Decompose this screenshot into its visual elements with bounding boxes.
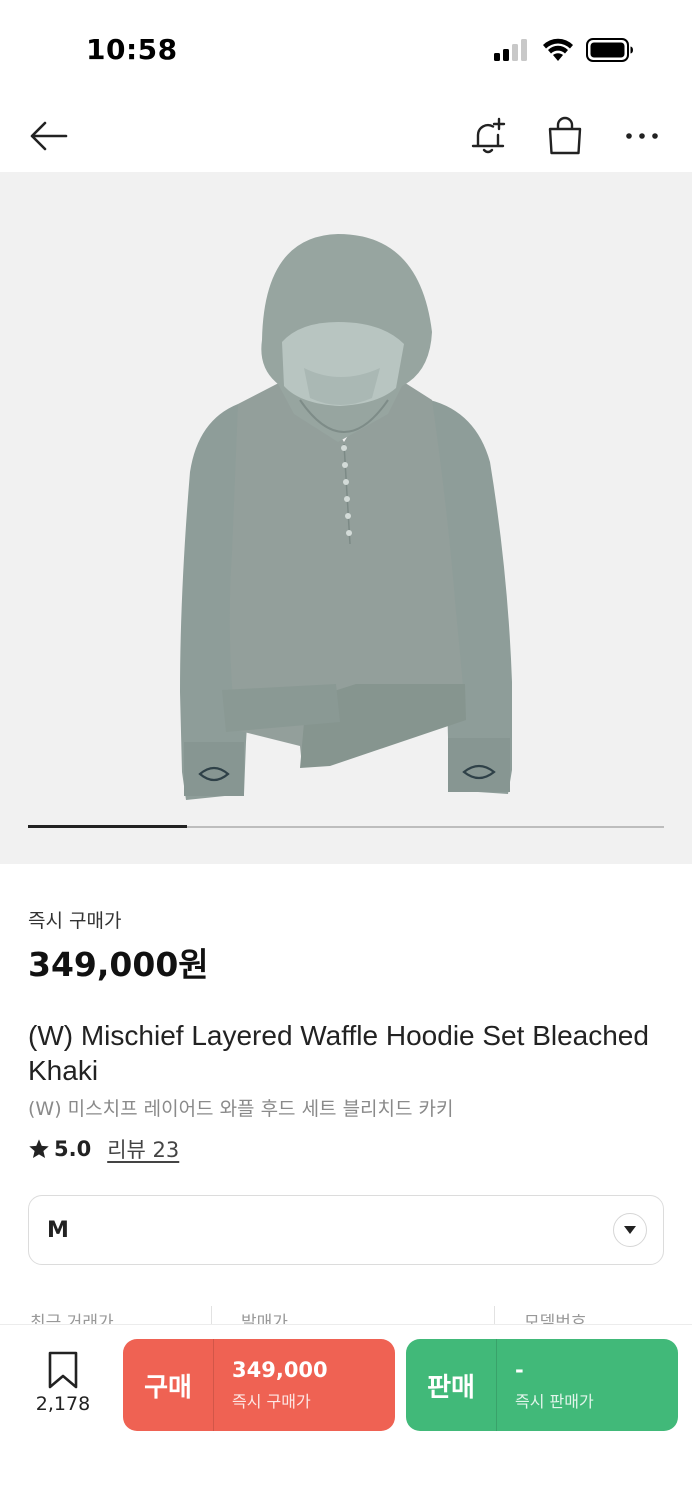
- buy-button[interactable]: 구매 349,000 즉시 구매가: [123, 1339, 395, 1431]
- buy-button-sublabel: 즉시 구매가: [232, 1392, 311, 1411]
- rating: 5.0 리뷰 23: [28, 1134, 179, 1164]
- cart-button[interactable]: [541, 112, 589, 160]
- status-icons: [494, 38, 634, 62]
- notification-button[interactable]: [464, 112, 512, 160]
- back-arrow-icon: [30, 121, 68, 151]
- status-bar: 10:58: [0, 0, 692, 100]
- instant-buy-price-label: 즉시 구매가: [28, 910, 122, 932]
- battery-icon: [586, 38, 633, 62]
- rating-score: 5.0: [54, 1137, 92, 1161]
- bookmark-icon: [48, 1351, 78, 1389]
- sell-button-label: 판매: [427, 1372, 475, 1403]
- product-title-ko: (W) 미스치프 레이어드 와플 후드 세트 블리치드 카키: [28, 1098, 454, 1120]
- signal-icon: [494, 39, 527, 61]
- image-slider-progress: [28, 825, 187, 828]
- review-link[interactable]: 리뷰 23: [107, 1134, 179, 1164]
- more-icon: [626, 133, 658, 139]
- size-select[interactable]: M: [28, 1195, 664, 1265]
- bell-plus-icon: [471, 117, 506, 154]
- bookmark-count: 2,178: [35, 1393, 91, 1415]
- sell-button-info: - 즉시 판매가: [497, 1358, 594, 1412]
- size-dropdown-button[interactable]: [613, 1213, 647, 1247]
- star-icon: [29, 1139, 49, 1158]
- shopping-bag-icon: [548, 116, 582, 155]
- image-slider-track: [28, 825, 664, 828]
- bookmark-button[interactable]: 2,178: [30, 1351, 96, 1415]
- product-title-en: (W) Mischief Layered Waffle Hoodie Set B…: [28, 1020, 649, 1086]
- chevron-down-icon: [624, 1226, 636, 1234]
- buy-button-label: 구매: [144, 1372, 192, 1403]
- bottom-action-bar: 2,178 구매 349,000 즉시 구매가 판매 - 즉시 판매가: [0, 1324, 692, 1500]
- selected-size: M: [47, 1217, 69, 1243]
- sell-button[interactable]: 판매 - 즉시 판매가: [406, 1339, 678, 1431]
- sell-button-sublabel: 즉시 판매가: [515, 1392, 594, 1411]
- product-image-carousel[interactable]: [0, 172, 692, 864]
- sell-button-price: -: [515, 1358, 524, 1382]
- buy-button-price: 349,000: [232, 1358, 328, 1382]
- instant-buy-price: 349,000원: [28, 945, 209, 984]
- product-image: [180, 234, 512, 800]
- more-button[interactable]: [618, 112, 666, 160]
- back-button[interactable]: [24, 112, 72, 160]
- status-time: 10:58: [86, 33, 178, 66]
- wifi-icon: [543, 38, 573, 61]
- top-nav: [0, 100, 692, 172]
- buy-button-info: 349,000 즉시 구매가: [214, 1358, 328, 1412]
